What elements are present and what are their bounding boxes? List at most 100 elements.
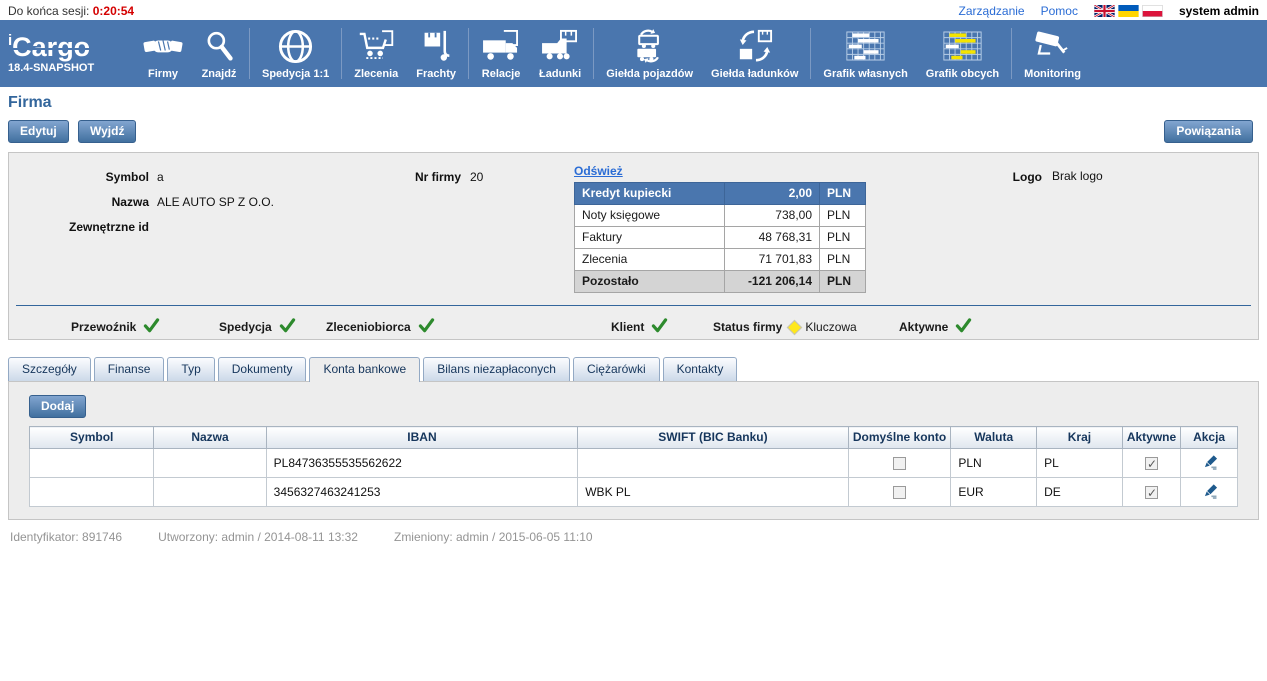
session-countdown-time: 0:20:54 (93, 4, 134, 18)
cell-name (154, 478, 266, 507)
logo-placeholder: Brak logo (1052, 169, 1103, 183)
credit-row-currency: PLN (820, 183, 866, 205)
icargo-logo[interactable]: iCargo 18.4-SNAPSHOT (8, 20, 134, 87)
bank-column-iban: IBAN (266, 427, 578, 449)
bank-column-waluta: Waluta (951, 427, 1037, 449)
tab-konta-bankowe[interactable]: Konta bankowe (309, 357, 420, 382)
record-identifier: Identyfikator: 891746 (10, 530, 122, 544)
cell-swift: WBK PL (578, 478, 848, 507)
add-button[interactable]: Dodaj (29, 395, 86, 418)
search-icon (204, 26, 234, 66)
bank-column-domy-lne-konto: Domyślne konto (848, 427, 951, 449)
status-przewo-nik: Przewoźnik (71, 316, 160, 338)
external-id-label: Zewnętrzne id (9, 220, 149, 234)
check-icon (955, 318, 972, 336)
edit-icon[interactable] (1200, 482, 1219, 499)
exit-button[interactable]: Wyjdź (78, 120, 136, 143)
handshake-icon (143, 26, 183, 66)
bank-accounts-panel: Dodaj SymbolNazwaIBANSWIFT (BIC Banku)Do… (8, 381, 1259, 520)
globe-icon (277, 26, 314, 66)
ukraine-flag-icon[interactable] (1118, 5, 1139, 17)
symbol-value: a (157, 170, 164, 184)
status-value: Kluczowa (805, 320, 856, 334)
credit-row-currency: PLN (820, 249, 866, 271)
edit-button[interactable]: Edytuj (8, 120, 69, 143)
nav-item-gie-da-pojazd-w[interactable]: Giełda pojazdów (597, 20, 702, 87)
cell-iban: PL84736355535562622 (266, 449, 578, 478)
company-number-label: Nr firmy (339, 170, 461, 184)
nav-separator (468, 28, 469, 79)
bank-account-row: 3456327463241253WBK PLEURDE (30, 478, 1238, 507)
active-checkbox[interactable] (1145, 486, 1158, 499)
flag-list (1094, 5, 1163, 17)
relations-button[interactable]: Powiązania (1164, 120, 1253, 143)
logo-label: Logo (964, 170, 1042, 184)
page-title: Firma (8, 94, 1259, 112)
nav-item-relacje[interactable]: Relacje (472, 20, 530, 87)
session-countdown: Do końca sesji: 0:20:54 (8, 4, 134, 18)
record-created: Utworzony: admin / 2014-08-11 13:32 (158, 530, 358, 544)
default-account-checkbox[interactable] (893, 486, 906, 499)
nav-item-spedycja-1-1[interactable]: Spedycja 1:1 (253, 20, 338, 87)
check-icon (143, 318, 160, 336)
bank-column-aktywne: Aktywne (1122, 427, 1180, 449)
active-checkbox[interactable] (1145, 457, 1158, 470)
tab-ci-ar-wki[interactable]: Ciężarówki (573, 357, 660, 381)
nav-item-grafik-obcych[interactable]: Grafik obcych (917, 20, 1008, 87)
nav-item-adunki[interactable]: Ładunki (530, 20, 590, 87)
cargo-exchange-icon (735, 26, 775, 66)
uk-flag-icon[interactable] (1094, 5, 1115, 17)
nav-separator (810, 28, 811, 79)
management-link[interactable]: Zarządzanie (959, 4, 1025, 18)
nav-item-monitoring[interactable]: Monitoring (1015, 20, 1090, 87)
company-number-value: 20 (470, 170, 483, 184)
nav-separator (341, 28, 342, 79)
status-spedycja: Spedycja (219, 316, 296, 338)
nav-item-grafik-w-asnych[interactable]: Grafik własnych (814, 20, 916, 87)
cart-document-icon (357, 26, 396, 66)
credit-row-label: Pozostało (575, 271, 725, 293)
status-status-firmy: Status firmyKluczowa (713, 316, 857, 338)
name-value: ALE AUTO SP Z O.O. (157, 195, 274, 209)
cell-symbol (30, 478, 154, 507)
nav-item-firmy[interactable]: Firmy (134, 20, 192, 87)
tab-bilans-niezap-aconych[interactable]: Bilans niezapłaconych (423, 357, 570, 381)
bank-column-kraj: Kraj (1037, 427, 1123, 449)
truck-document-icon (481, 26, 521, 66)
schedule-foreign-icon (942, 26, 983, 66)
tab-bar: SzczegółyFinanseTypDokumentyKonta bankow… (8, 357, 1259, 381)
credit-row-amount: 2,00 (725, 183, 820, 205)
check-icon (651, 318, 668, 336)
bank-account-row: PL84736355535562622PLNPL (30, 449, 1238, 478)
credit-row: Zlecenia71 701,83PLN (575, 249, 866, 271)
tab-dokumenty[interactable]: Dokumenty (218, 357, 307, 381)
tab-typ[interactable]: Typ (167, 357, 214, 381)
vehicles-exchange-icon (628, 26, 671, 66)
nav-item-frachty[interactable]: Frachty (407, 20, 465, 87)
help-link[interactable]: Pomoc (1041, 4, 1078, 18)
action-toolbar: Edytuj Wyjdź Powiązania (8, 120, 1259, 146)
edit-icon[interactable] (1200, 453, 1219, 470)
nav-item-zlecenia[interactable]: Zlecenia (345, 20, 407, 87)
credit-row-amount: 48 768,31 (725, 227, 820, 249)
panel-divider (16, 305, 1251, 306)
tab-kontakty[interactable]: Kontakty (663, 357, 738, 381)
credit-table: Kredyt kupiecki2,00PLNNoty księgowe738,0… (574, 182, 866, 293)
credit-row-amount: 71 701,83 (725, 249, 820, 271)
refresh-link[interactable]: Odśwież (574, 164, 623, 178)
cell-currency: EUR (951, 478, 1037, 507)
default-account-checkbox[interactable] (893, 457, 906, 470)
cell-symbol (30, 449, 154, 478)
record-meta: Identyfikator: 891746 Utworzony: admin /… (8, 530, 1259, 544)
name-label: Nazwa (9, 195, 149, 209)
nav-separator (593, 28, 594, 79)
nav-item-gie-da-adunk-w[interactable]: Giełda ładunków (702, 20, 807, 87)
tab-szczeg-y[interactable]: Szczegóły (8, 357, 91, 381)
check-icon (279, 318, 296, 336)
nav-item-znajd[interactable]: Znajdź (192, 20, 246, 87)
credit-row-amount: -121 206,14 (725, 271, 820, 293)
poland-flag-icon[interactable] (1142, 5, 1163, 17)
tab-finanse[interactable]: Finanse (94, 357, 165, 381)
cell-name (154, 449, 266, 478)
cell-currency: PLN (951, 449, 1037, 478)
